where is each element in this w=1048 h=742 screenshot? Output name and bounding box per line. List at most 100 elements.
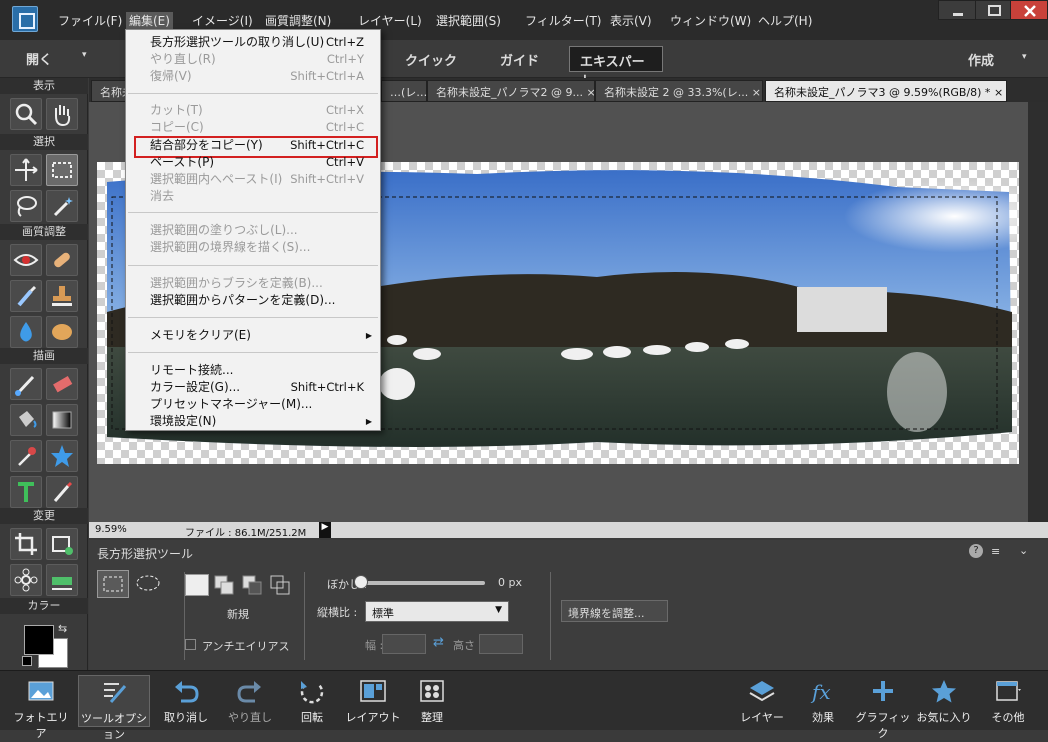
pencil-tool[interactable] bbox=[46, 476, 78, 508]
undo-button[interactable]: 取り消し bbox=[158, 675, 214, 727]
menu-window[interactable]: ウィンドウ(W) bbox=[670, 12, 751, 29]
menu-layer[interactable]: レイヤー(L) bbox=[358, 12, 422, 29]
star-icon bbox=[932, 680, 956, 703]
organizer-button[interactable]: 整理 bbox=[404, 675, 460, 727]
help-icon[interactable]: ? bbox=[969, 544, 983, 558]
collapse-icon[interactable]: ⌄ bbox=[1019, 544, 1028, 557]
swap-dimensions-icon[interactable]: ⇄ bbox=[433, 635, 444, 650]
type-tool[interactable] bbox=[10, 476, 42, 508]
minimize-button[interactable] bbox=[938, 0, 976, 20]
menu-item-remote-connection[interactable]: リモート接続... bbox=[126, 362, 380, 379]
menu-edit[interactable]: 編集(E) bbox=[126, 12, 173, 29]
recompose-tool[interactable] bbox=[46, 528, 78, 560]
zoom-level[interactable]: 9.59% bbox=[95, 524, 127, 535]
menu-filter[interactable]: フィルター(T) bbox=[525, 12, 601, 29]
custom-shape-tool[interactable] bbox=[46, 440, 78, 472]
tab-close-icon[interactable]: × bbox=[586, 86, 594, 99]
effects-button[interactable]: fx 効果 bbox=[795, 675, 851, 727]
menu-item-undo-marquee[interactable]: 長方形選択ツールの取り消し(U) Ctrl+Z bbox=[126, 34, 380, 51]
menu-item-preset-manager[interactable]: プリセットマネージャー(M)... bbox=[126, 396, 380, 413]
tab-doc-2[interactable]: …(レ… × bbox=[381, 80, 427, 102]
magic-wand-tool[interactable] bbox=[46, 190, 78, 222]
redo-button[interactable]: やり直し bbox=[222, 675, 278, 727]
graphics-button[interactable]: グラフィック bbox=[855, 675, 911, 740]
paint-bucket-tool[interactable] bbox=[10, 404, 42, 436]
red-eye-tool[interactable] bbox=[10, 244, 42, 276]
menu-item-color-settings[interactable]: カラー設定(G)... Shift+Ctrl+K bbox=[126, 379, 380, 396]
menu-view[interactable]: 表示(V) bbox=[610, 12, 652, 29]
blur-tool[interactable] bbox=[10, 316, 42, 348]
rect-marquee-option[interactable] bbox=[97, 570, 129, 598]
tool-options-button[interactable]: ツールオプション bbox=[78, 675, 150, 741]
open-dropdown-icon[interactable]: ▾ bbox=[82, 50, 87, 60]
layout-button[interactable]: レイアウト bbox=[345, 675, 401, 727]
brush-tool[interactable] bbox=[10, 368, 42, 400]
close-button[interactable] bbox=[1010, 0, 1048, 20]
eyedropper-tool[interactable] bbox=[10, 440, 42, 472]
menu-item-preferences[interactable]: 環境設定(N) ▶ bbox=[126, 413, 380, 430]
aspect-ratio-select[interactable]: 標準 ▼ bbox=[365, 601, 509, 622]
menu-select[interactable]: 選択範囲(S) bbox=[436, 12, 501, 29]
menu-item-purge[interactable]: メモリをクリア(E) ▶ bbox=[126, 327, 380, 344]
tab-doc-1[interactable]: 名称未 bbox=[91, 80, 127, 102]
mode-quick[interactable]: クイック bbox=[395, 46, 467, 72]
mode-expert[interactable]: エキスパート bbox=[569, 46, 663, 89]
status-menu-arrow-icon[interactable]: ▶ bbox=[319, 522, 331, 538]
paintbrush-icon bbox=[15, 375, 35, 396]
menu-file[interactable]: ファイル(F) bbox=[58, 12, 122, 29]
tool-options-label: ツールオプション bbox=[81, 712, 147, 741]
swap-colors-icon[interactable]: ⇆ bbox=[58, 622, 67, 635]
open-button[interactable]: 開く bbox=[26, 49, 52, 68]
antialias-checkbox[interactable] bbox=[185, 639, 196, 650]
default-colors-icon[interactable] bbox=[22, 656, 32, 666]
layers-button[interactable]: レイヤー bbox=[734, 675, 790, 727]
height-input[interactable] bbox=[479, 634, 523, 654]
crop-tool[interactable] bbox=[10, 528, 42, 560]
tab-close-icon[interactable]: × bbox=[994, 86, 1003, 99]
sponge-tool[interactable] bbox=[46, 316, 78, 348]
clone-stamp-tool[interactable] bbox=[46, 280, 78, 312]
new-selection-option[interactable] bbox=[185, 574, 209, 596]
options-menu-icon[interactable]: ≡ bbox=[991, 545, 1000, 558]
create-dropdown-icon[interactable]: ▾ bbox=[1022, 52, 1027, 62]
mode-guided[interactable]: ガイド bbox=[490, 46, 549, 72]
plus-icon bbox=[873, 681, 893, 701]
aspect-ratio-label: 縦横比 : bbox=[317, 606, 358, 619]
zoom-tool[interactable] bbox=[10, 98, 42, 130]
foreground-color-swatch[interactable] bbox=[24, 625, 54, 655]
ellipse-marquee-option[interactable] bbox=[133, 570, 165, 598]
redo-label: やり直し bbox=[228, 711, 272, 724]
straighten-tool[interactable] bbox=[46, 564, 78, 596]
photo-bin-button[interactable]: フォトエリア bbox=[12, 675, 70, 740]
selection-mode-icons[interactable] bbox=[213, 574, 293, 596]
lasso-tool[interactable] bbox=[10, 190, 42, 222]
tab-doc-3[interactable]: 名称未設定_パノラマ2 @ 9... × bbox=[427, 80, 595, 102]
create-button[interactable]: 作成 bbox=[968, 50, 994, 69]
tab-doc-4[interactable]: 名称未設定 2 @ 33.3%(レ... × bbox=[595, 80, 763, 102]
move-tool[interactable] bbox=[10, 154, 42, 186]
menu-image[interactable]: イメージ(I) bbox=[192, 12, 253, 29]
menu-item-paste[interactable]: ペースト(P) Ctrl+V bbox=[126, 154, 380, 171]
tab-close-icon[interactable]: × bbox=[752, 86, 761, 99]
refine-edge-button[interactable]: 境界線を調整... bbox=[561, 600, 668, 622]
favorites-button[interactable]: お気に入り bbox=[916, 675, 972, 727]
hand-tool[interactable] bbox=[46, 98, 78, 130]
feather-slider-thumb[interactable] bbox=[354, 575, 368, 589]
menu-help[interactable]: ヘルプ(H) bbox=[758, 12, 812, 29]
feather-slider[interactable] bbox=[361, 581, 485, 585]
gradient-tool[interactable] bbox=[46, 404, 78, 436]
more-button[interactable]: その他 bbox=[980, 675, 1036, 727]
smart-brush-tool[interactable] bbox=[10, 280, 42, 312]
spot-healing-tool[interactable] bbox=[46, 244, 78, 276]
vertical-scrollbar[interactable] bbox=[1028, 102, 1048, 522]
width-input[interactable] bbox=[382, 634, 426, 654]
menu-item-define-pattern[interactable]: 選択範囲からパターンを定義(D)... bbox=[126, 292, 380, 309]
rotate-button[interactable]: 回転 bbox=[284, 675, 340, 727]
menu-enhance[interactable]: 画質調整(N) bbox=[265, 12, 331, 29]
rectangular-marquee-tool[interactable] bbox=[46, 154, 78, 186]
tab-doc-active[interactable]: 名称未設定_パノラマ3 @ 9.59%(RGB/8) * × bbox=[765, 80, 1007, 102]
task-bar: フォトエリア ツールオプション 取り消し やり直し 回転 レイアウト 整理 レイ… bbox=[0, 670, 1048, 741]
eraser-tool[interactable] bbox=[46, 368, 78, 400]
content-aware-move-tool[interactable] bbox=[10, 564, 42, 596]
maximize-button[interactable] bbox=[975, 0, 1013, 20]
